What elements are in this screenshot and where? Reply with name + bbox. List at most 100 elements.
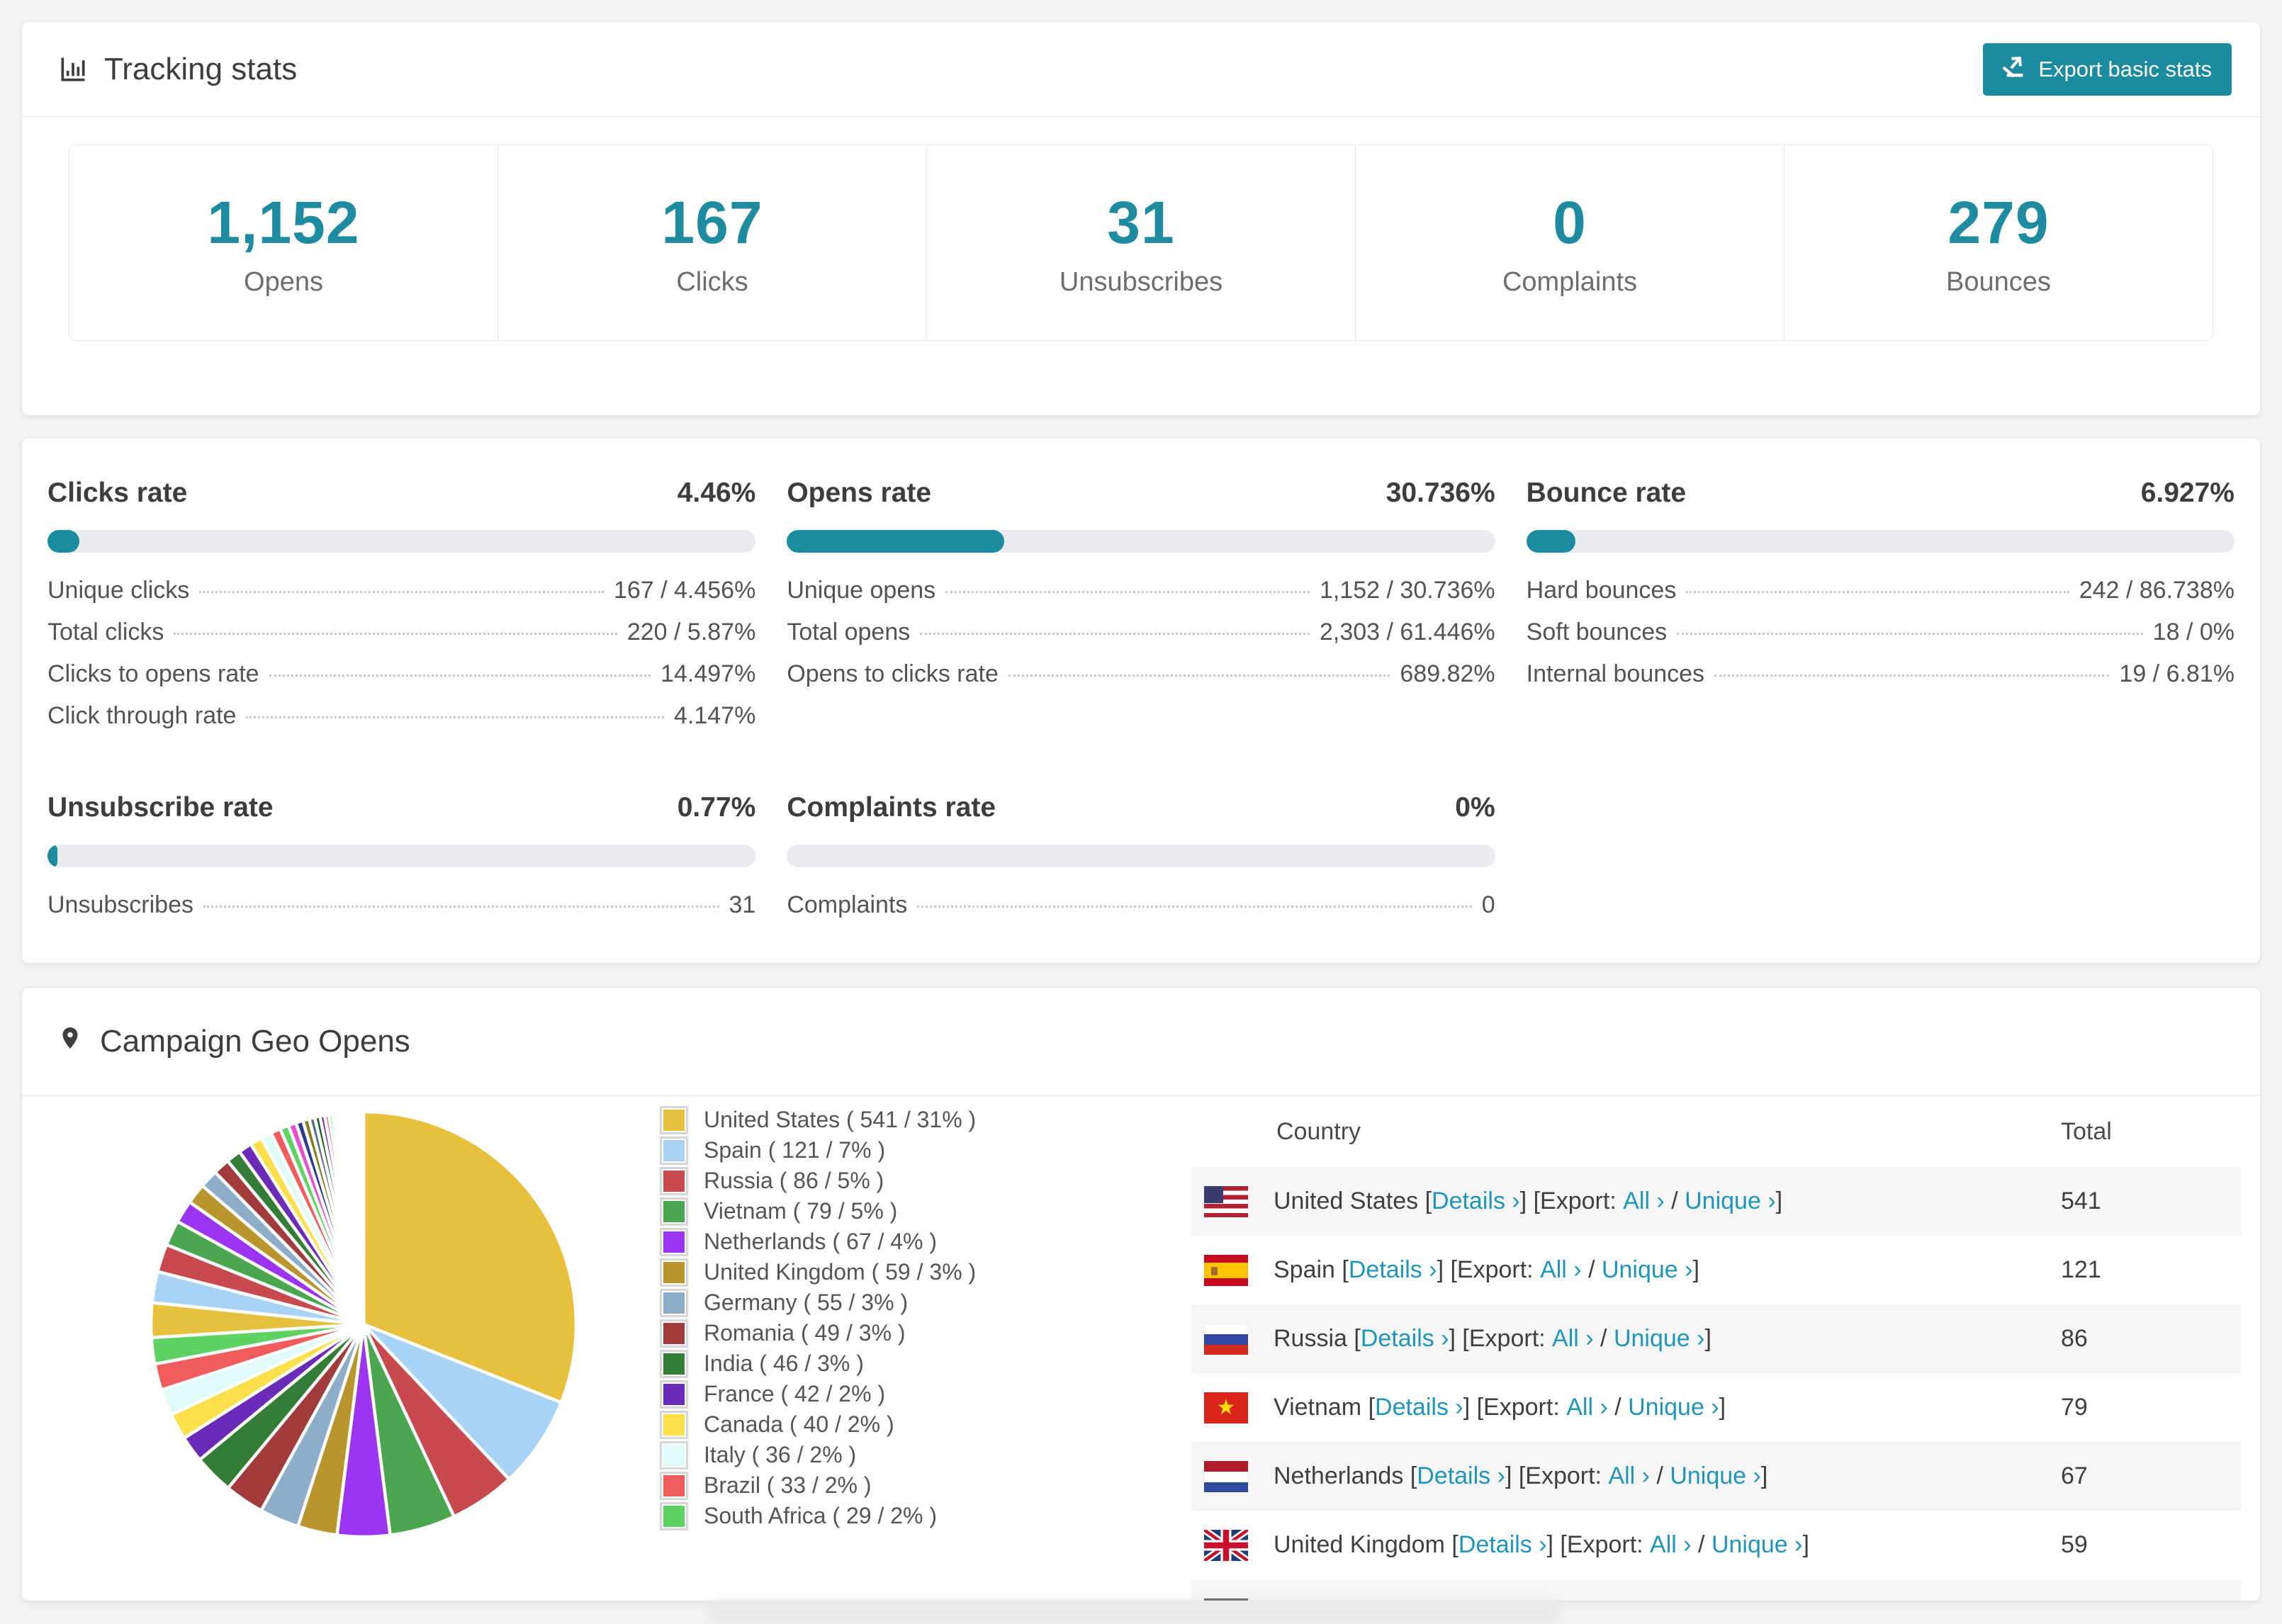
rate-stat-row: Unique clicks 167 / 4.456% xyxy=(47,577,755,619)
dotted-leader xyxy=(269,675,651,677)
legend-item-russia: Russia ( 86 / 5% ) xyxy=(660,1166,1163,1196)
export-unique-link[interactable]: Unique › xyxy=(1712,1531,1803,1559)
export-button-label: Export basic stats xyxy=(2038,56,2212,81)
dotted-leader xyxy=(917,906,1472,908)
details-link[interactable]: Details › xyxy=(1458,1531,1547,1559)
flag-icon-gb xyxy=(1204,1529,1248,1561)
stat-value: 4.147% xyxy=(674,702,756,729)
rate-progress-track xyxy=(1526,530,2235,553)
geo-cell-country: Russia [Details ›] [Export: All › / Uniq… xyxy=(1191,1323,2061,1355)
export-unique-link[interactable]: Unique › xyxy=(1614,1325,1705,1353)
export-unique-link[interactable]: Unique › xyxy=(1639,1600,1731,1601)
export-all-link[interactable]: All › xyxy=(1552,1325,1594,1353)
geo-table-row-russia: Russia [Details ›] [Export: All › / Uniq… xyxy=(1191,1304,2242,1373)
stat-label: Unsubscribes xyxy=(47,891,193,918)
rate-stat-row: Unique opens 1,152 / 30.736% xyxy=(787,577,1495,619)
summary-value: 279 xyxy=(1947,188,2050,256)
geo-cell-country: Netherlands [Details ›] [Export: All › /… xyxy=(1191,1460,2061,1492)
rate-stat-row: Clicks to opens rate 14.497% xyxy=(47,660,755,702)
geo-column-country: Country xyxy=(1276,1117,1361,1145)
export-all-link[interactable]: All › xyxy=(1623,1188,1665,1215)
legend-label: Netherlands ( 67 / 4% ) xyxy=(704,1229,938,1254)
summary-label: Clicks xyxy=(676,266,748,297)
legend-label: Russia ( 86 / 5% ) xyxy=(704,1168,884,1193)
rate-progress-fill xyxy=(1526,530,1575,553)
geo-table-row-united-kingdom: United Kingdom [Details ›] [Export: All … xyxy=(1191,1511,2242,1579)
summary-box-bounces: 279 Bounces xyxy=(1784,145,2213,340)
dotted-leader xyxy=(1686,591,2069,593)
geo-table-row-netherlands: Netherlands [Details ›] [Export: All › /… xyxy=(1191,1442,2242,1511)
map-pin-icon xyxy=(57,1022,83,1062)
legend-item-united-kingdom: United Kingdom ( 59 / 3% ) xyxy=(660,1257,1163,1287)
legend-item-netherlands: Netherlands ( 67 / 4% ) xyxy=(660,1227,1163,1257)
export-all-link[interactable]: All › xyxy=(1540,1256,1582,1284)
details-link[interactable]: Details › xyxy=(1349,1256,1437,1284)
details-link[interactable]: Details › xyxy=(1432,1188,1520,1215)
export-unique-link[interactable]: Unique › xyxy=(1602,1256,1693,1284)
rate-stat-row: Total clicks 220 / 5.87% xyxy=(47,619,755,660)
legend-item-india: India ( 46 / 3% ) xyxy=(660,1348,1163,1379)
export-all-link[interactable]: All › xyxy=(1566,1394,1608,1421)
summary-value: 0 xyxy=(1553,188,1587,256)
legend-swatch xyxy=(660,1471,688,1500)
rate-block-bounce-rate: Bounce rate 6.927% Hard bounces 242 / 86.… xyxy=(1526,478,2235,744)
legend-label: Romania ( 49 / 3% ) xyxy=(704,1320,906,1346)
summary-box-complaints: 0 Complaints xyxy=(1355,145,1784,340)
geo-content: United States ( 541 / 31% ) Spain ( 121 /… xyxy=(22,1096,2260,1601)
stat-label: Unique clicks xyxy=(47,577,190,604)
rate-block-unsubscribe-rate: Unsubscribe rate 0.77% Unsubscribes 31 xyxy=(47,792,756,933)
stat-value: 31 xyxy=(729,891,756,918)
dotted-leader xyxy=(920,633,1310,635)
export-all-link[interactable]: All › xyxy=(1608,1462,1650,1490)
export-unique-link[interactable]: Unique › xyxy=(1670,1462,1761,1490)
summary-label: Complaints xyxy=(1502,266,1638,297)
stat-value: 2,303 / 61.446% xyxy=(1320,619,1495,645)
bottom-scroll-shade xyxy=(709,1600,1559,1624)
country-name: Spain xyxy=(1274,1256,1342,1283)
country-name: Vietnam xyxy=(1274,1394,1368,1421)
geo-table-body: United States [Details ›] [Export: All ›… xyxy=(1191,1167,2242,1601)
legend-label: United States ( 541 / 31% ) xyxy=(704,1107,977,1132)
geo-pie-legend: United States ( 541 / 31% ) Spain ( 121 /… xyxy=(631,1096,1163,1531)
rate-percent: 4.46% xyxy=(677,478,756,508)
rate-percent: 0% xyxy=(1455,792,1495,823)
legend-swatch xyxy=(660,1136,688,1165)
summary-value: 1,152 xyxy=(207,188,360,256)
summary-box-opens: 1,152 Opens xyxy=(69,145,498,340)
legend-swatch xyxy=(660,1288,688,1317)
export-unique-link[interactable]: Unique › xyxy=(1628,1394,1719,1421)
export-all-link[interactable]: All › xyxy=(1578,1600,1619,1601)
stat-label: Complaints xyxy=(787,891,908,918)
export-unique-link[interactable]: Unique › xyxy=(1685,1188,1776,1215)
dotted-leader xyxy=(1677,633,2143,635)
geo-cell-total: 541 xyxy=(2061,1188,2101,1214)
rate-title: Unsubscribe rate xyxy=(47,792,274,823)
stat-label: Hard bounces xyxy=(1526,577,1677,604)
legend-swatch xyxy=(660,1227,688,1256)
tracking-stats-card: Tracking stats Export basic stats 1,152 O… xyxy=(21,21,2261,416)
campaign-geo-opens-card: Campaign Geo Opens United States ( 541 /… xyxy=(21,987,2261,1601)
bar-chart-icon xyxy=(57,54,89,85)
export-all-link[interactable]: All › xyxy=(1650,1531,1692,1559)
summary-boxes: 1,152 Opens 167 Clicks 31 Unsubscribes 0 Compla… xyxy=(69,145,2213,341)
stat-value: 14.497% xyxy=(661,660,756,687)
export-basic-stats-button[interactable]: Export basic stats xyxy=(1983,43,2232,96)
legend-swatch xyxy=(660,1380,688,1409)
details-link[interactable]: Details › xyxy=(1375,1394,1463,1421)
legend-item-romania: Romania ( 49 / 3% ) xyxy=(660,1318,1163,1348)
legend-item-south-africa: South Africa ( 29 / 2% ) xyxy=(660,1501,1163,1531)
stat-value: 1,152 / 30.736% xyxy=(1320,577,1495,604)
rate-title: Clicks rate xyxy=(47,478,188,508)
geo-cell-total: 86 xyxy=(2061,1325,2088,1352)
tracking-stats-title-text: Tracking stats xyxy=(104,51,298,86)
stat-value: 18 / 0% xyxy=(2152,619,2235,645)
export-icon xyxy=(2002,55,2027,84)
geo-table-row-spain: Spain [Details ›] [Export: All › / Uniqu… xyxy=(1191,1236,2242,1304)
dotted-leader xyxy=(945,591,1310,593)
legend-swatch xyxy=(660,1319,688,1348)
rate-block-opens-rate: Opens rate 30.736% Unique opens 1,152 / 3… xyxy=(787,478,1495,744)
details-link[interactable]: Details › xyxy=(1417,1462,1505,1490)
details-link[interactable]: Details › xyxy=(1361,1325,1449,1353)
geo-cell-country: Spain [Details ›] [Export: All › / Uniqu… xyxy=(1191,1254,2061,1286)
stat-value: 220 / 5.87% xyxy=(626,619,756,645)
